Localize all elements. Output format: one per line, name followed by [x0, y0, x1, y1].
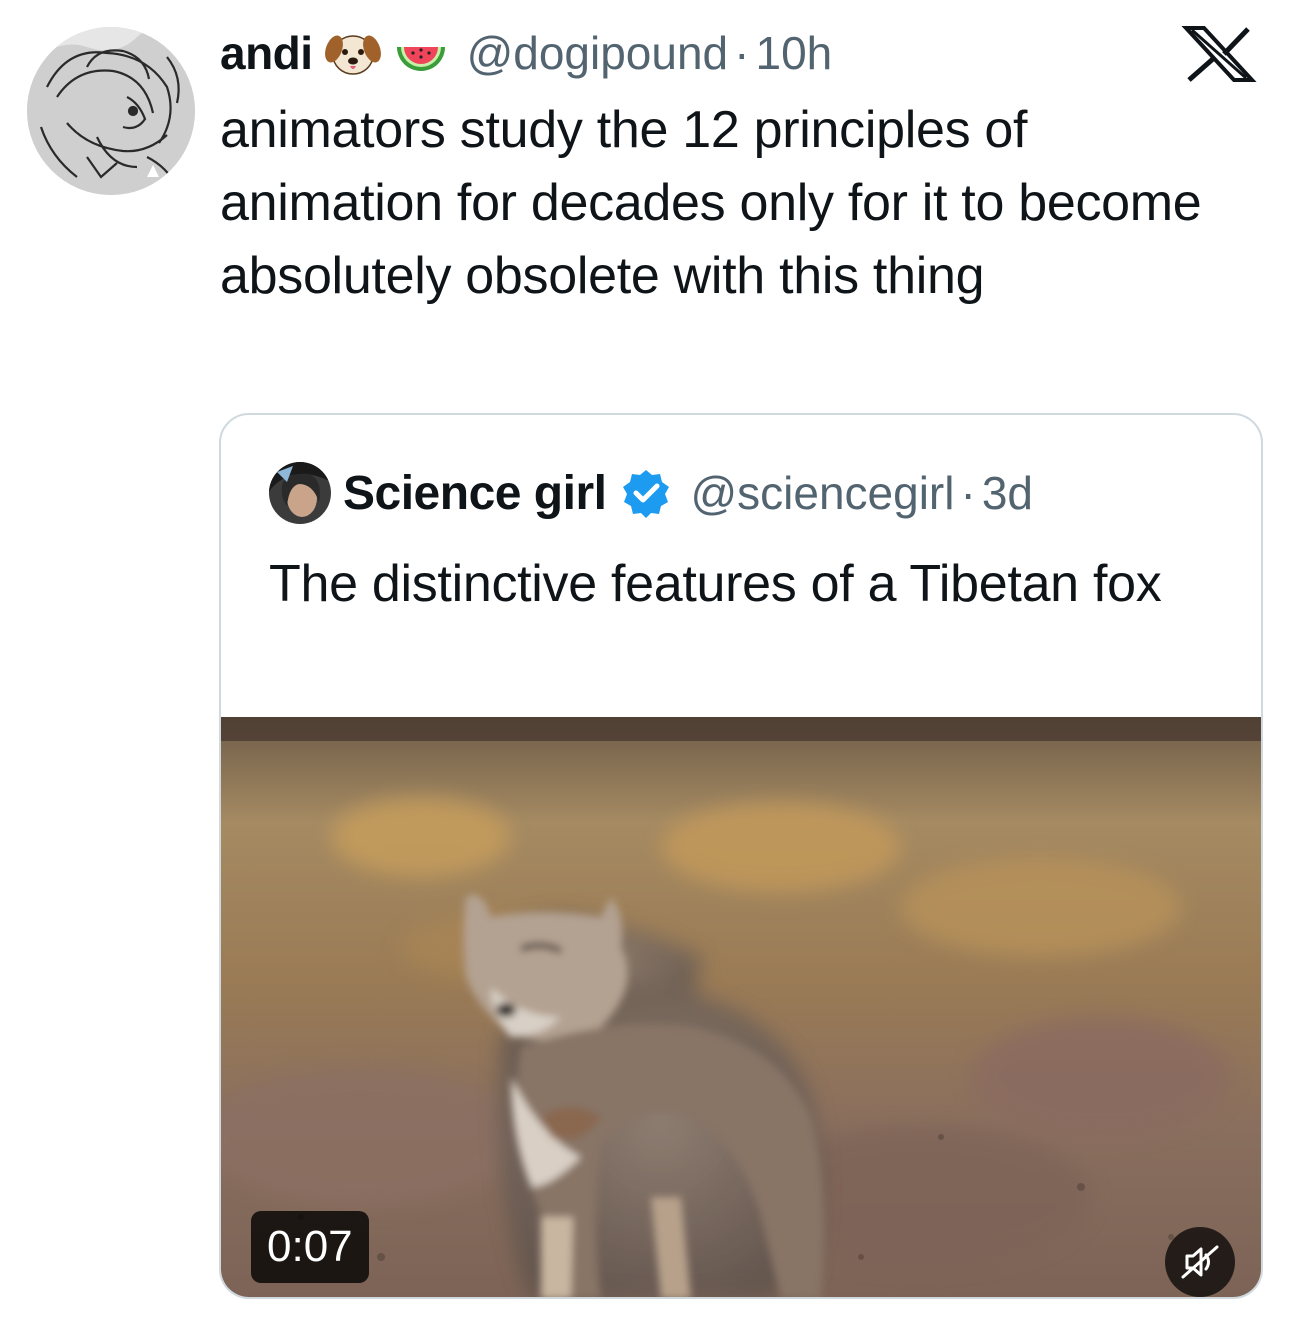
author-handle[interactable]: @dogipound: [467, 26, 729, 80]
quoted-separator-dot: ·: [960, 467, 976, 519]
post-text: animators study the 12 principles of ani…: [220, 101, 1202, 305]
quoted-timestamp[interactable]: 3d: [982, 466, 1033, 520]
quoted-author-header: Science girl @sciencegirl · 3d: [269, 461, 1033, 525]
video-duration: 0:07: [251, 1211, 369, 1283]
watermelon-icon: [393, 25, 449, 81]
tweet[interactable]: andi @dogipound · 10h animators study th…: [0, 0, 1290, 1329]
video-frame: [221, 717, 1261, 1297]
avatar[interactable]: [27, 27, 195, 195]
quoted-author-handle[interactable]: @sciencegirl: [690, 466, 954, 520]
author-name[interactable]: andi: [220, 26, 313, 80]
quoted-post-text: The distinctive features of a Tibetan fo…: [269, 555, 1162, 613]
x-logo-icon[interactable]: [1180, 26, 1258, 82]
speaker-muted-icon: [1181, 1245, 1219, 1279]
separator-dot: ·: [734, 27, 750, 79]
quoted-avatar[interactable]: [269, 462, 331, 524]
post-timestamp[interactable]: 10h: [755, 26, 832, 80]
quoted-author-name[interactable]: Science girl: [343, 466, 607, 521]
dog-face-icon: [324, 25, 381, 81]
video-player[interactable]: 0:07: [221, 717, 1261, 1297]
author-header: andi @dogipound · 10h: [220, 22, 832, 84]
quoted-post-card[interactable]: Science girl @sciencegirl · 3d The disti…: [219, 413, 1263, 1299]
verified-badge-icon: [620, 467, 672, 519]
mute-toggle-button[interactable]: [1165, 1227, 1235, 1297]
